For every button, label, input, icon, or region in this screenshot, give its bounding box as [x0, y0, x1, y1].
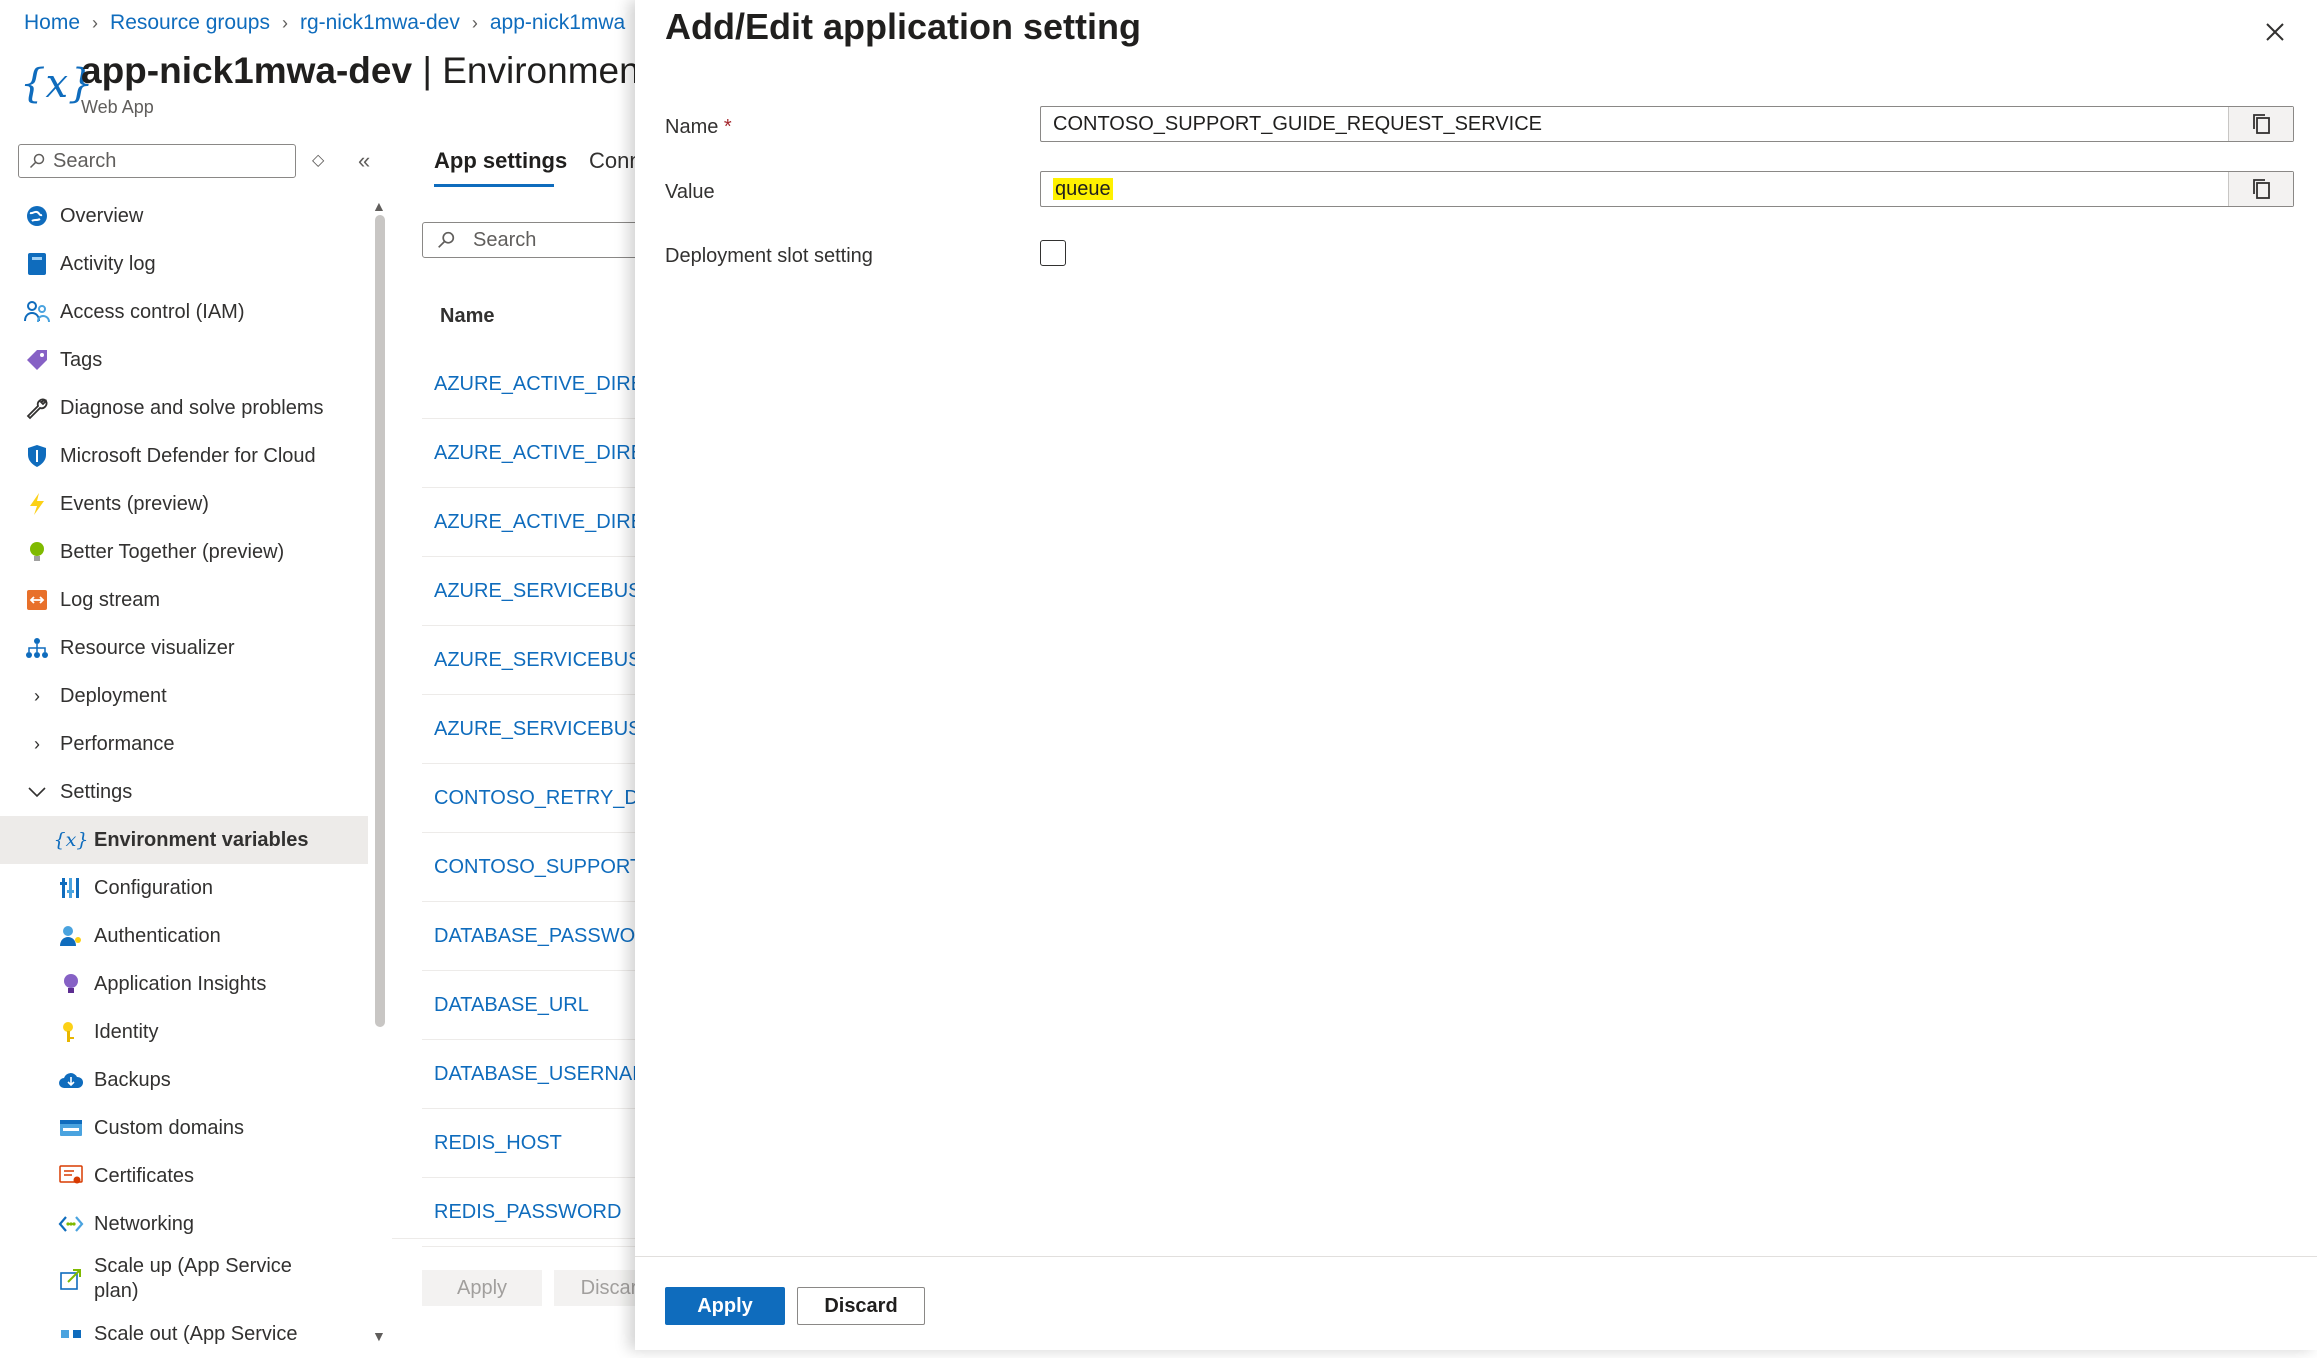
sidebar-item-identity[interactable]: Identity [0, 1008, 368, 1056]
sidebar-nav: Overview Activity log Access control (IA… [0, 192, 368, 1358]
copy-icon[interactable] [2228, 172, 2293, 206]
cloud-backup-icon [58, 1067, 84, 1093]
sidebar-group-settings[interactable]: Settings [0, 768, 368, 816]
chevron-right-icon: › [34, 685, 40, 706]
sidebar-item-configuration[interactable]: Configuration [0, 864, 368, 912]
chevron-right-icon: › [34, 733, 40, 754]
scale-out-icon [58, 1321, 84, 1347]
tab-app-settings[interactable]: App settings [434, 148, 567, 174]
column-header-name[interactable]: Name [440, 305, 494, 328]
sidebar-group-performance[interactable]: › Performance [0, 720, 368, 768]
lightbulb-icon [24, 539, 50, 565]
sidebar-search-placeholder: Search [53, 149, 117, 172]
sidebar-item-overview[interactable]: Overview [0, 192, 368, 240]
close-icon[interactable] [2255, 12, 2295, 52]
breadcrumb-app[interactable]: app-nick1mwa [490, 11, 625, 35]
chevron-down-icon [24, 779, 50, 805]
apply-button-disabled[interactable]: Apply [422, 1270, 542, 1306]
sidebar-item-tags[interactable]: Tags [0, 336, 368, 384]
sidebar-item-application-insights[interactable]: Application Insights [0, 960, 368, 1008]
insights-bulb-icon [58, 971, 84, 997]
chevron-right-icon: › [281, 12, 288, 33]
panel-footer-divider [635, 1256, 2317, 1257]
hierarchy-icon [24, 635, 50, 661]
value-field[interactable]: queue [1040, 171, 2294, 207]
variable-icon: {x} [53, 829, 89, 851]
apply-button[interactable]: Apply [665, 1287, 785, 1325]
wrench-icon [24, 395, 50, 421]
name-field[interactable]: CONTOSO_SUPPORT_GUIDE_REQUEST_SERVICE [1040, 106, 2294, 142]
sidebar-scrollbar[interactable] [375, 215, 385, 1027]
deployment-slot-label: Deployment slot setting [665, 245, 873, 267]
page-title: app-nick1mwa-dev | Environment v [81, 50, 679, 92]
sidebar-group-deployment[interactable]: › Deployment [0, 672, 368, 720]
panel-title: Add/Edit application setting [665, 6, 1141, 47]
people-icon [24, 299, 50, 325]
sidebar-item-backups[interactable]: Backups [0, 1056, 368, 1104]
sidebar-item-events[interactable]: Events (preview) [0, 480, 368, 528]
www-icon [58, 1115, 84, 1141]
sidebar-item-environment-variables[interactable]: {x} Environment variables [0, 816, 368, 864]
sidebar-item-networking[interactable]: Networking [0, 1200, 368, 1248]
sidebar-item-scale-out[interactable]: Scale out (App Service [0, 1310, 368, 1358]
resource-type: Web App [81, 97, 154, 117]
log-stream-icon [24, 587, 50, 613]
scroll-up-arrow-icon[interactable]: ▲ [372, 198, 386, 214]
copy-icon[interactable] [2228, 107, 2293, 141]
title-separator: | [412, 50, 443, 91]
chevron-right-icon: › [471, 12, 478, 33]
breadcrumb: Home › Resource groups › rg-nick1mwa-dev… [24, 8, 625, 38]
sidebar-item-activity-log[interactable]: Activity log [0, 240, 368, 288]
settings-search-placeholder: Search [473, 228, 537, 251]
value-label: Value [665, 181, 715, 203]
certificate-icon [58, 1163, 84, 1189]
tag-icon [24, 347, 50, 373]
breadcrumb-resource-groups[interactable]: Resource groups [110, 11, 270, 35]
sidebar-item-certificates[interactable]: Certificates [0, 1152, 368, 1200]
chevron-right-icon: › [92, 12, 99, 33]
globe-icon [24, 203, 50, 229]
settings-search-input[interactable]: Search [422, 222, 662, 258]
sidebar-item-scale-up[interactable]: Scale up (App Service plan) [0, 1248, 368, 1310]
sidebar-item-resource-visualizer[interactable]: Resource visualizer [0, 624, 368, 672]
tab-connection-strings[interactable]: Conn [589, 148, 642, 174]
required-marker: * [723, 116, 732, 138]
discard-button[interactable]: Discard [797, 1287, 925, 1325]
search-icon [29, 153, 45, 169]
variable-icon: {x} [20, 61, 94, 107]
expand-collapse-icon[interactable]: ◇ [312, 150, 324, 170]
scale-up-icon [58, 1266, 84, 1292]
name-label: Name * [665, 116, 732, 138]
lightning-icon [24, 491, 50, 517]
shield-icon [24, 443, 50, 469]
network-icon [58, 1211, 84, 1237]
scroll-down-arrow-icon[interactable]: ▼ [372, 1328, 386, 1344]
collapse-sidebar-icon[interactable]: « [358, 148, 370, 174]
search-icon [438, 231, 455, 248]
resource-name: app-nick1mwa-dev [81, 50, 413, 91]
name-field-value: CONTOSO_SUPPORT_GUIDE_REQUEST_SERVICE [1053, 112, 1543, 135]
active-tab-indicator [434, 184, 554, 187]
add-edit-setting-panel: Add/Edit application setting Name * CONT… [635, 0, 2317, 1350]
sidebar-item-defender[interactable]: Microsoft Defender for Cloud [0, 432, 368, 480]
value-field-value: queue [1053, 177, 1113, 200]
footer-divider [392, 1238, 642, 1239]
sidebar-item-diagnose[interactable]: Diagnose and solve problems [0, 384, 368, 432]
sidebar-item-better-together[interactable]: Better Together (preview) [0, 528, 368, 576]
breadcrumb-home[interactable]: Home [24, 11, 80, 35]
user-key-icon [58, 923, 84, 949]
deployment-slot-checkbox[interactable] [1040, 240, 1066, 266]
key-icon [58, 1019, 84, 1045]
sidebar-search-input[interactable]: Search [18, 144, 296, 178]
breadcrumb-resource-group[interactable]: rg-nick1mwa-dev [300, 11, 460, 35]
sidebar-item-log-stream[interactable]: Log stream [0, 576, 368, 624]
sidebar-item-custom-domains[interactable]: Custom domains [0, 1104, 368, 1152]
log-book-icon [24, 251, 50, 277]
sidebar-item-access-control[interactable]: Access control (IAM) [0, 288, 368, 336]
sliders-icon [58, 875, 84, 901]
sidebar-item-authentication[interactable]: Authentication [0, 912, 368, 960]
